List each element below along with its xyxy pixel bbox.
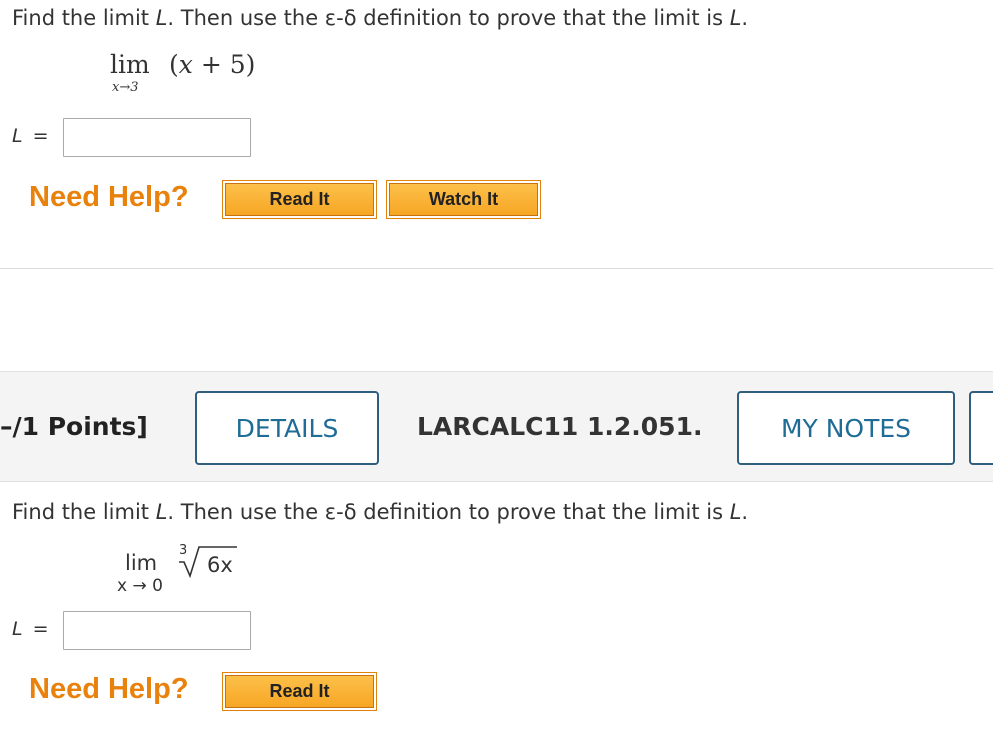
problem2-radicand: 6x (207, 553, 233, 577)
my-notes-button[interactable]: MY NOTES (737, 391, 955, 465)
problem2-read-it-button[interactable]: Read It (222, 672, 377, 711)
problem1-answer-label: L = (12, 125, 49, 147)
problem2-limit-word: lim (125, 551, 158, 575)
problem2-prompt: Find the limit L. Then use the ε-δ defin… (12, 500, 749, 524)
problem1-limit-expression: (x + 5) (169, 50, 256, 79)
problem1-limit-subscript: x→3 (112, 80, 139, 95)
problem2-answer-input[interactable] (63, 611, 251, 650)
question-header-bar: –/1 Points] DETAILS LARCALC11 1.2.051. M… (0, 371, 993, 482)
problem1-watch-it-button[interactable]: Watch It (386, 180, 541, 219)
problem2-limit-subscript: x → 0 (117, 576, 163, 596)
ask-teacher-button-partial[interactable] (969, 391, 993, 465)
problem1-prompt: Find the limit L. Then use the ε-δ defin… (12, 6, 749, 30)
section-divider (0, 268, 993, 269)
problem2-answer-label: L = (12, 618, 49, 640)
question-code: LARCALC11 1.2.051. (417, 412, 703, 441)
problem1-answer-input[interactable] (63, 118, 251, 157)
read-it-label: Read It (225, 183, 374, 216)
problem1-need-help-label: Need Help? (29, 181, 189, 213)
problem2-need-help-label: Need Help? (29, 673, 189, 705)
problem1-limit-word: lim (110, 50, 150, 79)
problem1-read-it-button[interactable]: Read It (222, 180, 377, 219)
read-it-label: Read It (225, 675, 374, 708)
details-button[interactable]: DETAILS (195, 391, 379, 465)
watch-it-label: Watch It (389, 183, 538, 216)
points-label: –/1 Points] (0, 412, 148, 441)
